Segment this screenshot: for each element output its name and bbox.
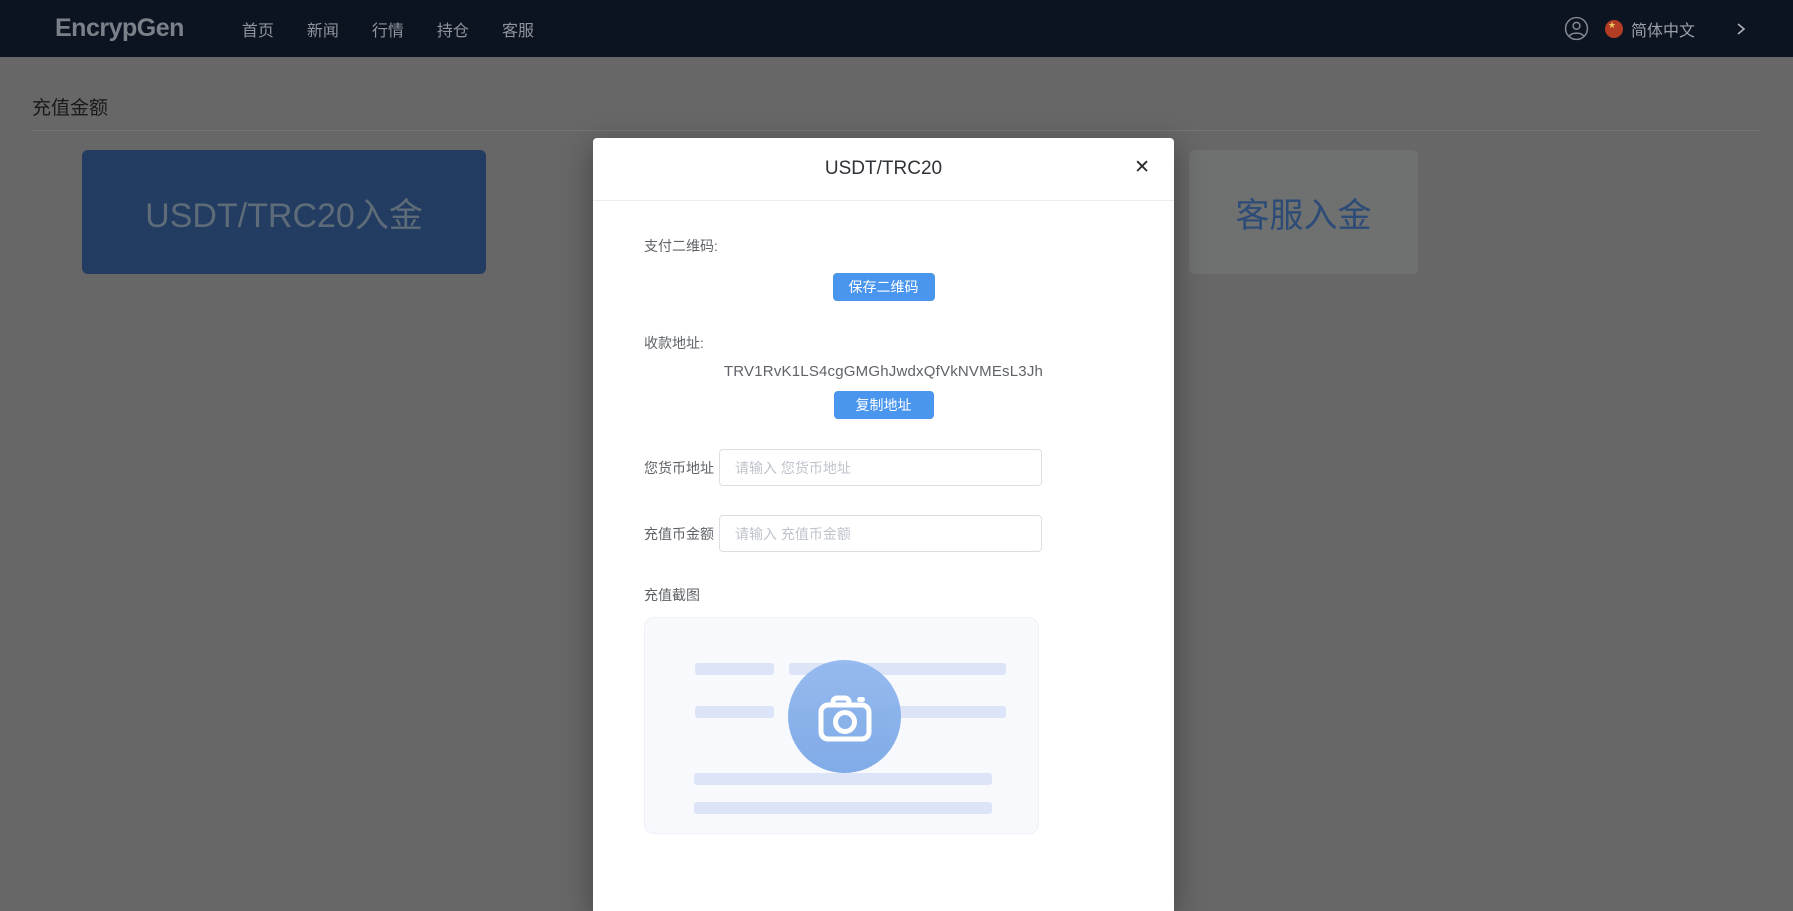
flag-star: ★ bbox=[1608, 21, 1616, 30]
modal-title: USDT/TRC20 bbox=[593, 138, 1174, 200]
usdt-trc20-deposit-modal: USDT/TRC20 ✕ 支付二维码: 保存二维码 收款地址: TRV1RvK1… bbox=[593, 138, 1174, 911]
wallet-address-row: 您货币地址 bbox=[644, 449, 1123, 486]
screenshot-upload-area[interactable] bbox=[644, 617, 1039, 834]
camera-icon bbox=[813, 689, 877, 745]
navbar-right: ★ 简体中文 bbox=[1564, 16, 1747, 41]
page-title: 充值金额 bbox=[32, 93, 108, 120]
wallet-address-input[interactable] bbox=[719, 449, 1042, 486]
modal-body: 支付二维码: 保存二维码 收款地址: TRV1RvK1LS4cgGMGhJwdx… bbox=[593, 236, 1174, 834]
chevron-right-icon[interactable] bbox=[1735, 21, 1747, 37]
nav-item-news[interactable]: 新闻 bbox=[307, 17, 339, 41]
save-qr-button[interactable]: 保存二维码 bbox=[833, 273, 935, 301]
china-flag-icon[interactable]: ★ bbox=[1605, 20, 1623, 38]
wallet-address-label: 您货币地址 bbox=[644, 458, 714, 478]
nav-item-home[interactable]: 首页 bbox=[242, 17, 274, 41]
top-navbar: EncrypGen 首页 新闻 行情 持仓 客服 ★ 简体中文 bbox=[0, 0, 1793, 57]
deposit-option-usdt-trc20[interactable]: USDT/TRC20入金 bbox=[82, 150, 486, 274]
payment-qr-label: 支付二维码: bbox=[644, 236, 1123, 256]
main-nav: 首页 新闻 行情 持仓 客服 bbox=[242, 17, 534, 41]
close-icon[interactable]: ✕ bbox=[1134, 155, 1150, 182]
nav-item-positions[interactable]: 持仓 bbox=[437, 17, 469, 41]
placeholder-bar bbox=[695, 663, 774, 675]
deposit-option-customer-service[interactable]: 客服入金 bbox=[1189, 150, 1418, 274]
nav-item-support[interactable]: 客服 bbox=[502, 17, 534, 41]
copy-address-button[interactable]: 复制地址 bbox=[834, 391, 934, 419]
modal-header-divider bbox=[593, 200, 1174, 201]
user-account-icon[interactable] bbox=[1564, 16, 1589, 41]
deposit-amount-input[interactable] bbox=[719, 515, 1042, 552]
placeholder-bar bbox=[694, 802, 992, 814]
receiving-address-label: 收款地址: bbox=[644, 333, 1123, 353]
modal-header: USDT/TRC20 ✕ bbox=[593, 138, 1174, 200]
deposit-option-label: USDT/TRC20入金 bbox=[145, 188, 423, 237]
title-divider bbox=[32, 130, 1761, 131]
receiving-address-value: TRV1RvK1LS4cgGMGhJwdxQfVkNVMEsL3Jh bbox=[644, 363, 1123, 380]
deposit-amount-label: 充值币金额 bbox=[644, 524, 714, 544]
placeholder-bar bbox=[694, 773, 992, 785]
upload-circle-badge bbox=[788, 660, 901, 773]
brand-logo[interactable]: EncrypGen bbox=[55, 14, 184, 43]
language-selector[interactable]: 简体中文 bbox=[1631, 17, 1695, 41]
placeholder-bar bbox=[695, 706, 774, 718]
deposit-amount-row: 充值币金额 bbox=[644, 515, 1123, 552]
deposit-screenshot-label: 充值截图 bbox=[644, 585, 1123, 605]
nav-item-market[interactable]: 行情 bbox=[372, 17, 404, 41]
deposit-option-label: 客服入金 bbox=[1236, 188, 1372, 237]
